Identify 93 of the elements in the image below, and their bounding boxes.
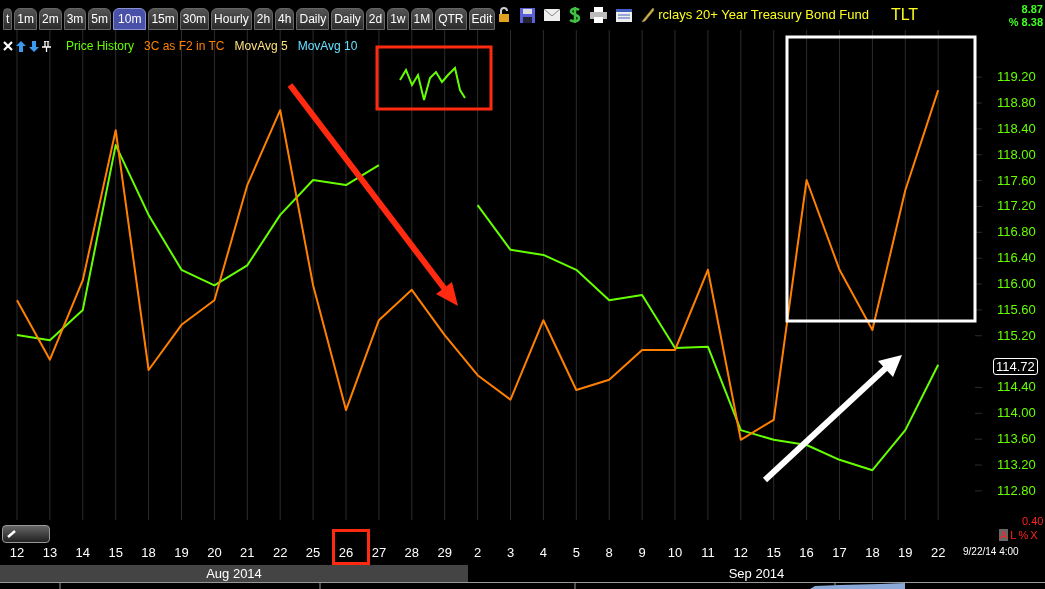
date-axis-label: 19 <box>173 546 190 560</box>
date-axis-label: 22 <box>271 546 289 560</box>
date-axis-label: 8 <box>604 546 614 560</box>
arrow-up-icon[interactable] <box>16 40 26 52</box>
price-axis-label: 117.60 <box>997 173 1036 188</box>
date-axis-label: 11 <box>700 546 716 560</box>
save-icon[interactable] <box>520 7 536 23</box>
dollar-icon[interactable] <box>569 6 582 24</box>
price-axis-label: 114.00 <box>997 406 1036 421</box>
price-axis-label: 118.00 <box>997 147 1036 162</box>
price-axis-label: 116.00 <box>997 277 1036 291</box>
date-axis-label: 28 <box>403 546 421 560</box>
timeframe-tab[interactable]: 2h <box>253 8 274 30</box>
price-axis-label: 112.80 <box>997 483 1036 498</box>
date-axis-label: 15 <box>765 546 782 560</box>
arrow-down-icon[interactable] <box>29 40 39 52</box>
date-axis-label: 17 <box>831 546 848 560</box>
close-icon[interactable] <box>3 41 13 51</box>
price-axis-label: 117.20 <box>997 199 1036 214</box>
price-axis-label: 113.60 <box>997 432 1036 447</box>
price-axis-label: 116.40 <box>997 251 1036 266</box>
timeframe-tab[interactable]: 1w <box>387 8 409 30</box>
timeframe-tab[interactable]: 2m <box>39 8 62 30</box>
date-axis-label: 18 <box>140 546 157 560</box>
legend-label[interactable]: MovAvg 5 <box>234 37 288 55</box>
timeframe-tab[interactable]: 1m <box>14 8 37 30</box>
date-axis-label: 20 <box>206 546 223 560</box>
timeframe-tab[interactable]: 30m <box>179 8 210 30</box>
timeframe-tab[interactable]: 2d <box>365 8 386 30</box>
change-value: 8.87 <box>1021 2 1043 16</box>
timeframe-tab[interactable]: 5m <box>88 8 112 30</box>
scale-option[interactable]: X <box>1030 529 1038 541</box>
timeframe-tab[interactable]: Daily <box>296 8 330 30</box>
date-axis-label: 12 <box>732 546 750 560</box>
lock-icon[interactable] <box>499 7 512 23</box>
date-axis-label: 10 <box>666 546 684 560</box>
timeframe-tab[interactable]: Edit <box>468 8 496 30</box>
percent-change: % 8.38 <box>1008 15 1043 29</box>
legend-label[interactable]: 3C as F2 in TC <box>144 37 225 55</box>
date-axis-label: 22 <box>929 546 947 560</box>
inset-sparkline <box>399 66 467 102</box>
price-axis-label: 115.20 <box>997 328 1036 343</box>
scale-option[interactable]: % <box>1018 529 1029 541</box>
price-axis-label: 118.40 <box>997 121 1036 136</box>
price-axis-label: 113.20 <box>997 458 1036 472</box>
date-axis-label: 19 <box>897 546 914 560</box>
ticker-symbol: TLT <box>890 5 919 25</box>
window-icon[interactable] <box>616 8 633 22</box>
timeframe-tab[interactable]: 15m <box>148 8 178 30</box>
date-axis-label: 29 <box>436 546 453 560</box>
date-axis-label: 25 <box>304 546 322 560</box>
date-axis-label: 5 <box>571 546 581 560</box>
date-axis-label: 21 <box>239 546 256 560</box>
timeframe-tab[interactable]: 4h <box>275 8 295 30</box>
price-axis-label: 119.20 <box>997 70 1036 85</box>
highlight-box <box>332 529 370 565</box>
mail-icon[interactable] <box>544 9 561 21</box>
date-axis-label: 14 <box>74 546 92 560</box>
date-axis-label: 27 <box>370 546 388 560</box>
month-label: Aug 2014 <box>0 565 468 582</box>
legend-label[interactable]: MovAvg 10 <box>297 37 358 55</box>
price-axis-label: 115.60 <box>997 302 1036 317</box>
date-axis-label: 4 <box>538 546 548 560</box>
timeframe-tab[interactable]: 1M <box>410 8 434 30</box>
date-axis-label: 9 <box>637 546 647 560</box>
date-axis-label: 12 <box>8 546 26 560</box>
fund-title: rclays 20+ Year Treasury Bond Fund <box>658 6 869 25</box>
pencil-icon[interactable] <box>641 7 656 23</box>
date-axis-label: 13 <box>41 546 59 560</box>
date-axis-label: 3 <box>505 546 516 560</box>
timeframe-tab[interactable]: 10m <box>113 8 147 30</box>
timeframe-tab[interactable]: Daily <box>331 8 364 30</box>
timeframe-tab[interactable]: QTR <box>435 8 467 30</box>
scale-value: 0.40 <box>1022 515 1044 527</box>
pin-icon[interactable] <box>42 40 51 52</box>
brush-icon <box>7 530 17 538</box>
timeframe-tab[interactable]: t <box>3 8 13 30</box>
date-axis-label: 15 <box>107 546 124 560</box>
date-axis-label: 26 <box>337 546 355 560</box>
price-axis-label: 118.80 <box>997 96 1036 111</box>
timeframe-tab[interactable]: 3m <box>63 8 87 30</box>
printer-icon[interactable] <box>590 7 608 23</box>
scroll-button[interactable] <box>2 525 50 543</box>
legend-label[interactable]: Price History <box>66 37 134 55</box>
date-axis-label: 2 <box>472 546 483 560</box>
price-axis-label: 116.80 <box>997 225 1036 240</box>
timestamp: 9/22/14 4:00 <box>963 546 1019 558</box>
timeframe-tab[interactable]: Hourly <box>211 8 252 30</box>
scale-option[interactable]: L <box>1010 529 1017 541</box>
price-axis-label: 114.40 <box>997 380 1036 395</box>
current-price-label: 114.72 <box>993 357 1038 375</box>
date-axis-label: 18 <box>864 546 881 560</box>
date-axis-label: 16 <box>798 546 815 560</box>
